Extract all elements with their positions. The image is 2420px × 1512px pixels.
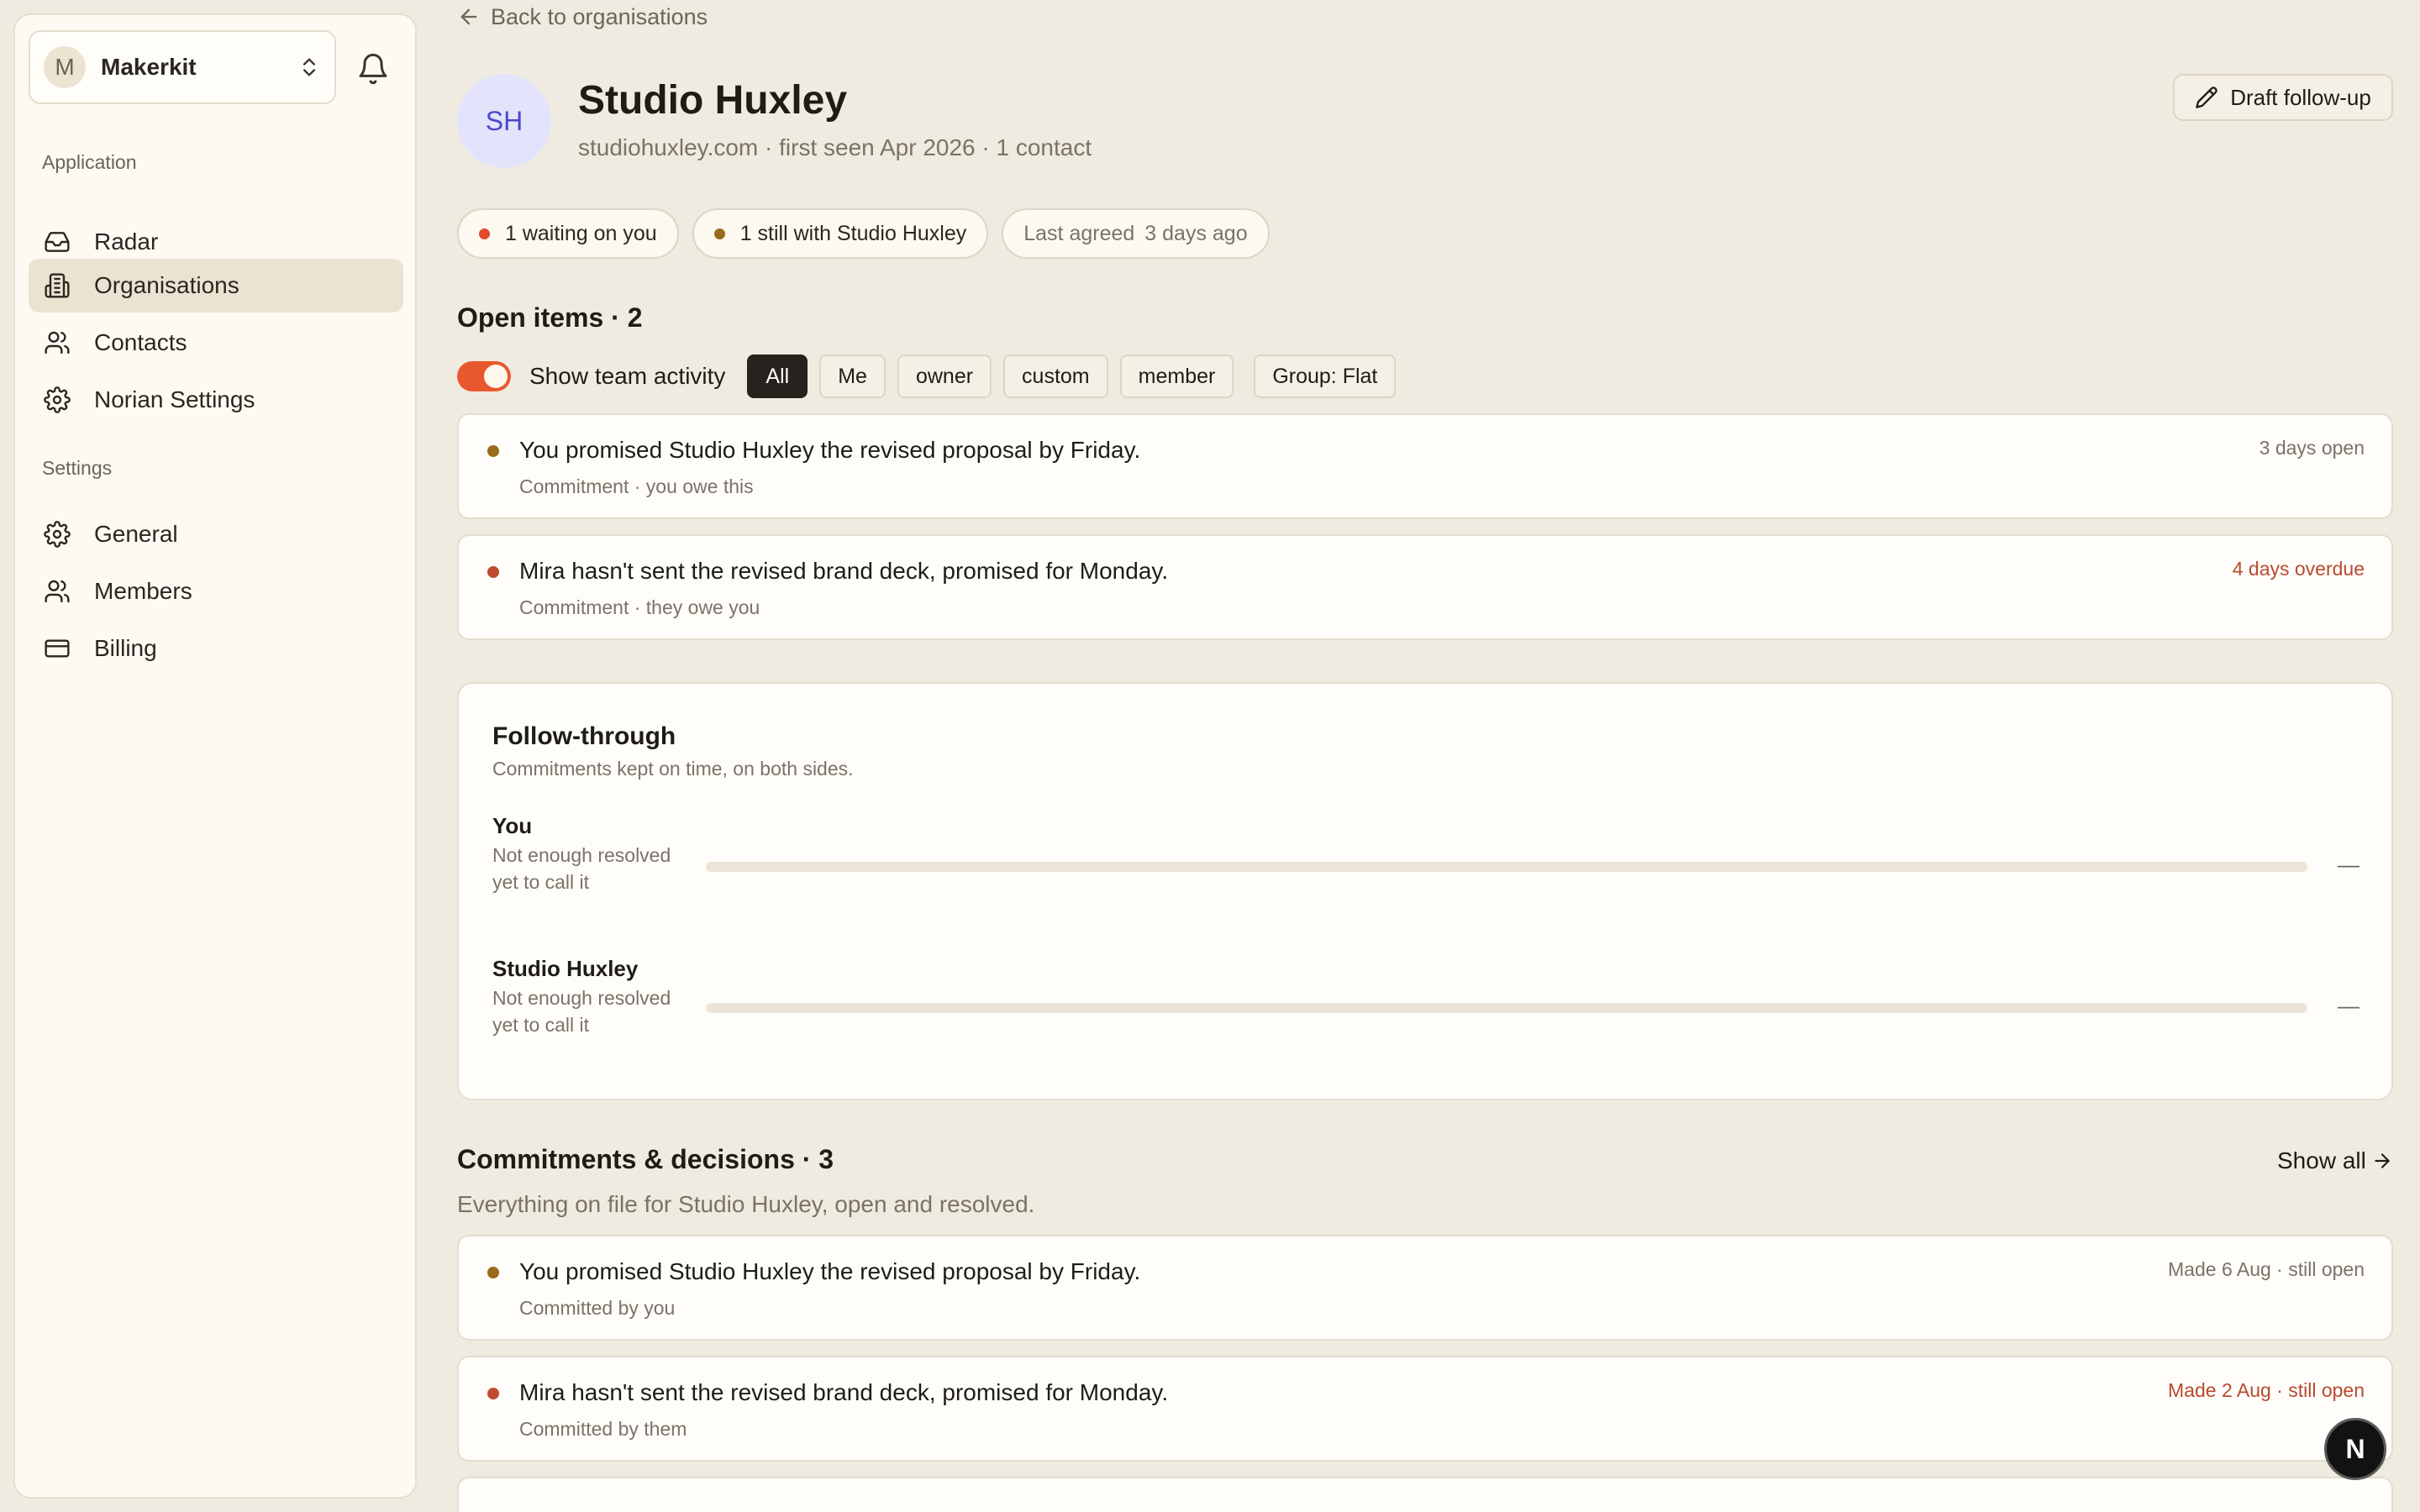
follow-through-row-name: You bbox=[492, 813, 533, 838]
item-status: Made 6 Aug · still open bbox=[2168, 1258, 2365, 1280]
page-title: Studio Huxley bbox=[578, 78, 848, 123]
team-activity-toggle[interactable] bbox=[457, 361, 511, 391]
chip-waiting-on-you[interactable]: 1 waiting on you bbox=[457, 208, 679, 259]
sidebar-item-label: Contacts bbox=[94, 329, 187, 355]
status-dot bbox=[479, 228, 490, 239]
sidebar-item-organisations[interactable]: Organisations bbox=[29, 259, 403, 312]
chip-last-agreed: Last agreed 3 days ago bbox=[1002, 208, 1270, 259]
commitment-card[interactable]: Mira hasn't sent the revised brand deck,… bbox=[457, 1356, 2393, 1462]
sidebar-item-norian-settings[interactable]: Norian Settings bbox=[29, 373, 403, 427]
group-select[interactable]: Group: Flat bbox=[1254, 354, 1397, 398]
follow-through-title: Follow-through bbox=[492, 722, 676, 750]
users-icon bbox=[45, 580, 70, 603]
sidebar: M Makerkit Application Radar Organisatio… bbox=[13, 13, 417, 1499]
item-status: Made 2 Aug · still open bbox=[2168, 1379, 2365, 1401]
commitment-card[interactable]: You promised Studio Huxley the revised p… bbox=[457, 1235, 2393, 1341]
dev-tools-badge[interactable]: N bbox=[2324, 1418, 2386, 1480]
open-item-card[interactable]: You promised Studio Huxley the revised p… bbox=[457, 413, 2393, 519]
chevrons-up-down-icon bbox=[303, 58, 315, 76]
sidebar-item-label: Billing bbox=[94, 635, 157, 661]
status-dot bbox=[713, 228, 725, 239]
gear-icon bbox=[44, 386, 71, 413]
filter-custom[interactable]: custom bbox=[1003, 354, 1108, 398]
status-dot bbox=[487, 1388, 499, 1399]
building-icon bbox=[45, 273, 70, 298]
sidebar-item-contacts[interactable]: Contacts bbox=[29, 316, 403, 370]
sidebar-item-label: Norian Settings bbox=[94, 386, 255, 412]
status-dot bbox=[487, 1267, 499, 1278]
item-subtext: Committed by them bbox=[519, 1418, 687, 1440]
org-avatar: SH bbox=[457, 74, 551, 168]
team-switcher[interactable]: M Makerkit bbox=[29, 30, 336, 104]
item-text: You promised Studio Huxley the revised p… bbox=[519, 437, 1141, 463]
sidebar-item-label: Radar bbox=[94, 228, 159, 255]
arrow-left-icon bbox=[460, 8, 477, 25]
chip-label: 1 waiting on you bbox=[505, 221, 657, 245]
filter-row: Show team activity All Me owner custom m… bbox=[457, 354, 1407, 398]
sidebar-item-members[interactable]: Members bbox=[29, 564, 403, 618]
draft-follow-up-button[interactable]: Draft follow-up bbox=[2173, 74, 2393, 121]
sidebar-item-general[interactable]: General bbox=[29, 507, 403, 561]
open-item-card[interactable]: Mira hasn't sent the revised brand deck,… bbox=[457, 534, 2393, 640]
item-subtext: Commitment · you owe this bbox=[519, 475, 754, 497]
back-link-label: Back to organisations bbox=[491, 3, 708, 29]
nav-group-settings: Settings bbox=[42, 457, 113, 479]
item-subtext: Committed by you bbox=[519, 1297, 676, 1319]
team-avatar: M bbox=[44, 46, 86, 88]
follow-through-bar bbox=[706, 862, 2307, 872]
follow-through-subtitle: Commitments kept on time, on both sides. bbox=[492, 758, 854, 780]
chip-label: 1 still with Studio Huxley bbox=[739, 221, 967, 245]
item-subtext: Commitment · they owe you bbox=[519, 596, 760, 618]
follow-through-row-note: Not enough resolved yet to call it bbox=[492, 844, 671, 893]
chip-still-with-org[interactable]: 1 still with Studio Huxley bbox=[692, 208, 989, 259]
status-dot bbox=[487, 566, 499, 578]
pencil-icon bbox=[2196, 87, 2217, 108]
inbox-icon bbox=[45, 232, 70, 252]
filter-all[interactable]: All bbox=[747, 354, 808, 398]
follow-through-card: Follow-through Commitments kept on time,… bbox=[457, 682, 2393, 1100]
org-meta: studiohuxley.com · first seen Apr 2026 ·… bbox=[578, 134, 1092, 160]
sidebar-item-label: General bbox=[94, 521, 178, 547]
gear-icon bbox=[44, 521, 71, 548]
sidebar-item-billing[interactable]: Billing bbox=[29, 622, 403, 675]
item-text: Mira hasn't sent the revised brand deck,… bbox=[519, 558, 1169, 584]
item-status: 4 days overdue bbox=[2232, 558, 2365, 580]
item-text: Mira hasn't sent the revised brand deck,… bbox=[519, 1379, 1169, 1405]
commitments-title: Commitments & decisions · 3 bbox=[457, 1144, 834, 1174]
show-all-link[interactable]: Show all bbox=[2277, 1147, 2393, 1174]
item-status: 3 days open bbox=[2259, 437, 2365, 459]
team-activity-label: Show team activity bbox=[529, 363, 726, 389]
status-dot bbox=[487, 445, 499, 457]
users-icon bbox=[45, 331, 70, 354]
nav-group-application: Application bbox=[42, 151, 137, 173]
open-items-title: Open items · 2 bbox=[457, 302, 643, 333]
commitment-card-partial[interactable] bbox=[457, 1477, 2393, 1512]
credit-card-icon bbox=[45, 639, 70, 658]
follow-through-row-name: Studio Huxley bbox=[492, 956, 639, 981]
draft-follow-up-label: Draft follow-up bbox=[2230, 84, 2371, 110]
back-to-organisations-link[interactable]: Back to organisations bbox=[457, 0, 708, 34]
filter-owner[interactable]: owner bbox=[897, 354, 992, 398]
follow-through-value: — bbox=[2338, 993, 2360, 1018]
sidebar-item-label: Members bbox=[94, 578, 192, 604]
follow-through-value: — bbox=[2338, 852, 2360, 877]
bell-icon[interactable] bbox=[356, 52, 390, 86]
chip-label: Last agreed bbox=[1023, 221, 1135, 245]
team-name: Makerkit bbox=[101, 54, 197, 80]
commitments-subtitle: Everything on file for Studio Huxley, op… bbox=[457, 1191, 1035, 1217]
sidebar-item-label: Organisations bbox=[94, 272, 239, 298]
filter-member[interactable]: member bbox=[1119, 354, 1234, 398]
item-text: You promised Studio Huxley the revised p… bbox=[519, 1258, 1141, 1284]
follow-through-row-note: Not enough resolved yet to call it bbox=[492, 987, 671, 1036]
filter-me[interactable]: Me bbox=[819, 354, 886, 398]
follow-through-bar bbox=[706, 1003, 2307, 1013]
arrow-right-icon bbox=[2375, 1153, 2390, 1168]
status-chips: 1 waiting on you 1 still with Studio Hux… bbox=[457, 208, 1270, 259]
show-all-label: Show all bbox=[2277, 1147, 2366, 1173]
chip-value: 3 days ago bbox=[1144, 221, 1248, 245]
